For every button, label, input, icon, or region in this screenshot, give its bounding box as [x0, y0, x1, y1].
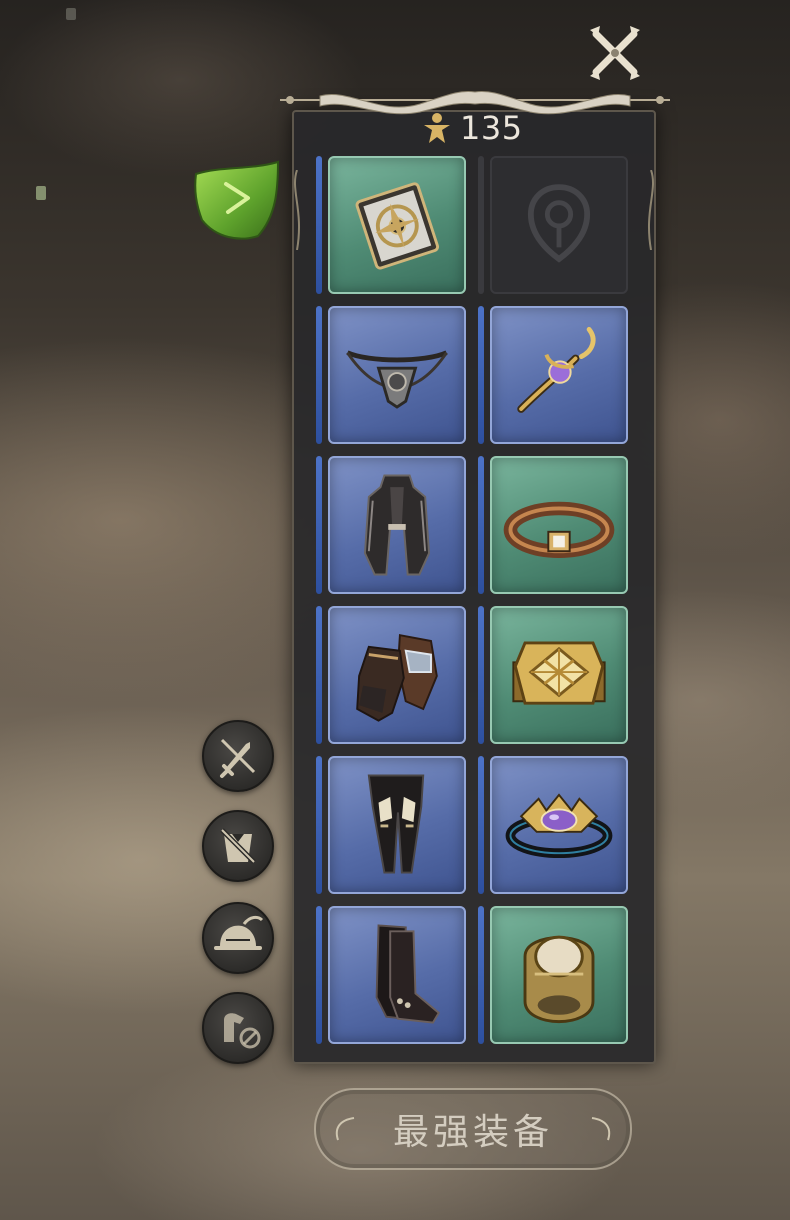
leggings-icon	[367, 774, 425, 874]
hide-cape-toggle[interactable]	[202, 810, 274, 882]
boots-icon	[375, 924, 441, 1024]
leaf-emblem-icon	[194, 160, 280, 240]
signet-ring-icon	[523, 935, 595, 1024]
slot-rarity-bar	[478, 606, 484, 744]
slot-crest-empty[interactable]	[490, 156, 628, 294]
helmet-icon	[214, 915, 264, 950]
slot-rarity-bar	[478, 156, 484, 294]
background-speck	[66, 8, 76, 20]
button-left-ornament	[335, 1117, 355, 1141]
slot-bracelet[interactable]	[490, 456, 628, 594]
hide-weapon-icon	[220, 738, 256, 778]
slot-rarity-bar	[316, 906, 322, 1044]
close-icon	[590, 26, 640, 80]
slot-ring-gold[interactable]	[490, 606, 628, 744]
button-right-ornament	[591, 1117, 611, 1141]
slot-gloves[interactable]	[328, 606, 466, 744]
currency-display: 135	[420, 108, 523, 148]
leaf-badge[interactable]	[192, 160, 282, 242]
slot-leggings[interactable]	[328, 756, 466, 894]
slot-earring[interactable]	[490, 306, 628, 444]
background-speck	[36, 186, 46, 200]
slot-boots[interactable]	[328, 906, 466, 1044]
helmet-toggle[interactable]	[202, 902, 274, 974]
hide-weapon-toggle[interactable]	[202, 720, 274, 792]
gold-ring-icon	[512, 641, 606, 705]
figure-token-icon	[424, 113, 450, 143]
slot-relic[interactable]	[328, 156, 466, 294]
gloves-icon	[356, 634, 438, 722]
slot-rarity-bar	[316, 156, 322, 294]
hide-mount-icon	[224, 1013, 261, 1049]
slot-rarity-bar	[316, 306, 322, 444]
panel-right-ornament	[647, 170, 655, 250]
purple-ring-icon	[505, 793, 613, 859]
hide-mount-toggle[interactable]	[202, 992, 274, 1064]
slot-necklace[interactable]	[328, 306, 466, 444]
slot-rarity-bar	[316, 606, 322, 744]
hide-cape-icon	[220, 828, 256, 864]
relic-book-icon	[355, 182, 440, 270]
slot-rarity-bar	[478, 906, 484, 1044]
emblem-placeholder-icon	[527, 184, 591, 263]
slot-ring-purple[interactable]	[490, 756, 628, 894]
armor-coat-icon	[363, 474, 431, 576]
slot-armor[interactable]	[328, 456, 466, 594]
bracelet-icon	[503, 501, 615, 559]
panel-left-ornament	[293, 170, 301, 250]
slot-rarity-bar	[316, 756, 322, 894]
slot-rarity-bar	[478, 756, 484, 894]
best-equipment-button[interactable]: 最强装备	[314, 1088, 632, 1170]
currency-value: 135	[460, 109, 523, 147]
earring-icon	[517, 326, 596, 413]
slot-rarity-bar	[316, 456, 322, 594]
slot-rarity-bar	[478, 306, 484, 444]
best-equipment-label: 最强装备	[392, 1112, 553, 1153]
necklace-icon	[346, 350, 448, 409]
slot-ring-signet[interactable]	[490, 906, 628, 1044]
slot-rarity-bar	[478, 456, 484, 594]
close-button[interactable]	[584, 22, 646, 84]
